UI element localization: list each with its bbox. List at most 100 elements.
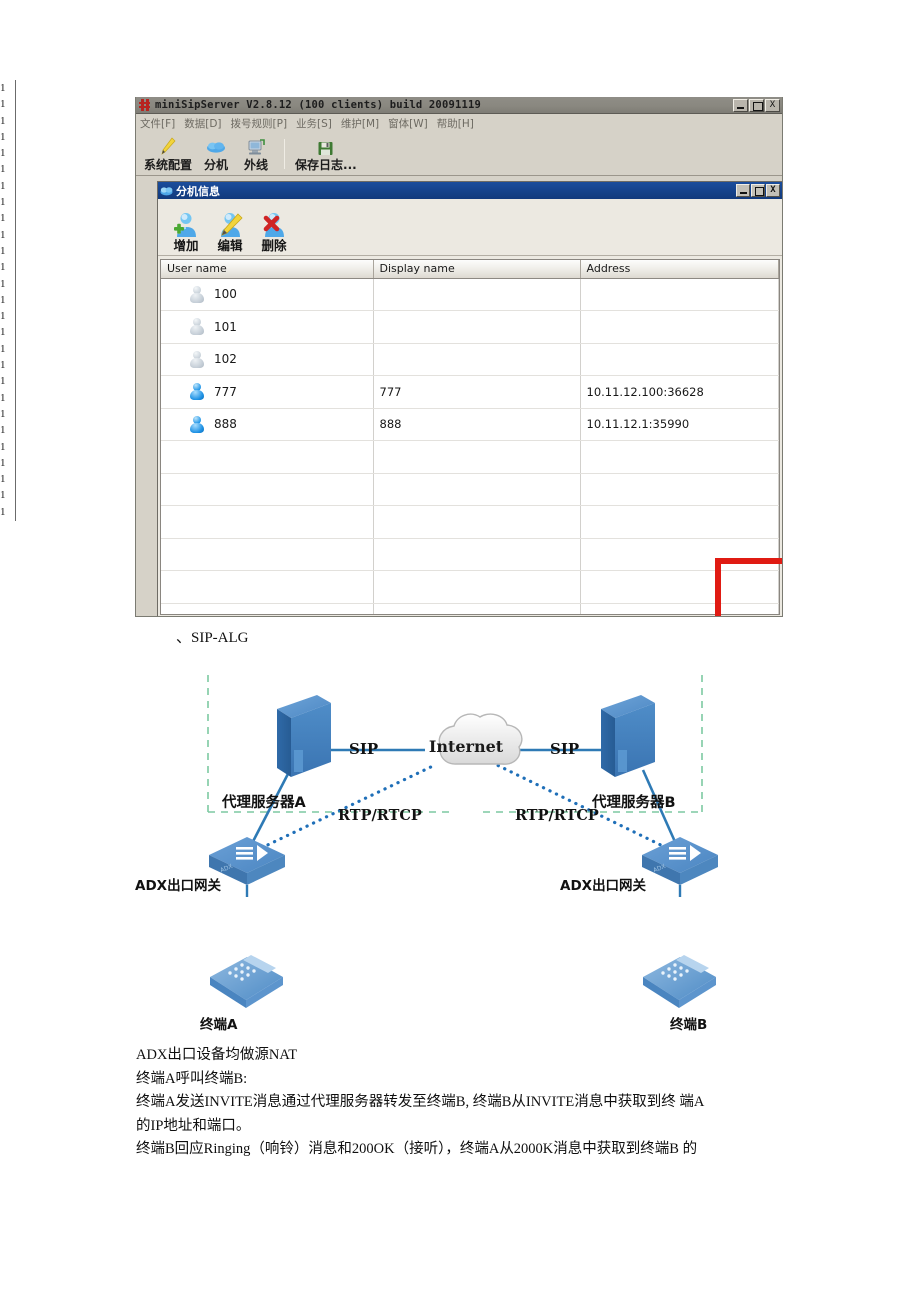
table-row[interactable]: 102 [161, 343, 779, 376]
menu-item-file[interactable]: 文件[F] [140, 116, 175, 131]
toolbar-button-save-log[interactable]: 保存日志... [291, 137, 361, 172]
minimize-button[interactable] [733, 98, 748, 112]
toolbar-button-trunk[interactable]: 外线 [236, 137, 276, 172]
label-proxy-server-a: 代理服务器A [221, 793, 306, 811]
user-name-text: 102 [214, 352, 237, 367]
table-row[interactable] [161, 570, 779, 604]
label-rtp-right: RTP/RTCP [515, 807, 599, 824]
edit-extension-button[interactable]: 编辑 [208, 212, 252, 253]
user-name-text: 101 [214, 319, 237, 334]
table-row[interactable] [161, 473, 779, 506]
menu-item-service[interactable]: 业务[S] [296, 116, 332, 131]
extension-info-icon [160, 185, 173, 197]
toolbar-label-extension: 分机 [204, 158, 229, 172]
line-number: 1 [0, 326, 6, 339]
table-row[interactable]: 777 777 10.11.12.100:36628 [161, 375, 779, 409]
cell-display-name: 777 [373, 375, 581, 409]
menu-item-help[interactable]: 帮助[H] [437, 116, 474, 131]
table-row[interactable]: 100 [161, 278, 779, 311]
cell-display-name [373, 570, 581, 604]
line-number: 1 [0, 391, 6, 404]
user-name-text: 777 [214, 384, 237, 399]
line-number: 1 [0, 342, 6, 355]
floppy-save-icon [317, 137, 334, 157]
menubar: 文件[F] 数据[D] 拨号规则[P] 业务[S] 维护[M] 窗体[W] 帮助… [136, 114, 782, 132]
table-row[interactable] [161, 440, 779, 474]
body-paragraph-1: ADX出口设备均做源NAT [136, 1047, 298, 1063]
label-sip-right: SIP [550, 740, 579, 758]
line-number: 1 [0, 98, 6, 111]
label-sip-left: SIP [349, 740, 378, 758]
label-gateway-b: ADX出口网关 [560, 877, 647, 894]
cell-user-name [161, 505, 374, 539]
cell-display-name [373, 278, 581, 311]
table-row[interactable] [161, 538, 779, 571]
line-number: 1 [0, 505, 6, 518]
user-name-text: 100 [214, 287, 237, 302]
adx-gateway-b-icon: ADX [642, 837, 718, 897]
table-row[interactable]: 101 [161, 310, 779, 344]
cell-address [580, 310, 779, 344]
terminal-a-phone-icon [210, 955, 283, 1008]
window-titlebar[interactable]: miniSipServer V2.8.12 (100 clients) buil… [136, 97, 782, 114]
section-caption: 、SIP-ALG [176, 630, 249, 646]
extension-table-container[interactable]: User name Display name Address 100 101 102… [160, 259, 780, 615]
inner-minimize-button[interactable] [736, 184, 750, 197]
cell-user-name [161, 440, 374, 474]
delete-user-icon [261, 212, 288, 238]
column-header-display-name[interactable]: Display name [373, 260, 581, 279]
extension-table-body: 100 101 102 777 777 10.11.12.100:36628 888 888 1… [161, 278, 779, 614]
line-number: 1 [0, 359, 6, 372]
minisipserver-logo-icon [138, 98, 152, 112]
line-number-gutter: 1 1 1 1 1 1 1 1 1 1 1 1 1 1 1 1 1 1 1 1 1 1 1 1 1 1 1 [0, 80, 14, 520]
line-number: 1 [0, 196, 6, 209]
edit-user-icon [217, 212, 244, 238]
menu-item-data[interactable]: 数据[D] [184, 116, 221, 131]
menu-item-window[interactable]: 窗体[W] [388, 116, 428, 131]
cell-user-name: 102 [161, 343, 374, 376]
table-header-row: User name Display name Address [161, 260, 779, 279]
cell-address [580, 603, 779, 614]
cell-user-name: 101 [161, 310, 374, 344]
sip-alg-topology-diagram: Internet ADX ADX SIP SIP RTP/RTCP RTP/RT… [135, 655, 795, 1045]
inner-close-button[interactable]: X [766, 184, 780, 197]
close-button[interactable]: X [765, 98, 780, 112]
toolbar-button-extension[interactable]: 分机 [196, 137, 236, 172]
cell-display-name [373, 538, 581, 571]
user-name-text: 888 [214, 417, 237, 432]
cell-display-name: 888 [373, 408, 581, 441]
line-number: 1 [0, 114, 6, 127]
toolbar-label-save-log: 保存日志... [295, 158, 357, 172]
cell-address [580, 570, 779, 604]
delete-extension-button[interactable]: 删除 [252, 212, 296, 253]
menu-item-dialplan[interactable]: 拨号规则[P] [231, 116, 288, 131]
cell-user-name: 888 [161, 408, 374, 441]
add-extension-button[interactable]: 增加 [164, 212, 208, 253]
cell-user-name [161, 603, 374, 614]
inner-window-titlebar[interactable]: 分机信息 X [158, 182, 782, 199]
label-terminal-b: 终端B [670, 1016, 707, 1033]
toolbar-label-trunk: 外线 [244, 158, 269, 172]
line-number: 1 [0, 456, 6, 469]
cell-user-name [161, 570, 374, 604]
inner-window-title: 分机信息 [176, 184, 220, 198]
column-header-address[interactable]: Address [580, 260, 779, 279]
table-row[interactable] [161, 505, 779, 539]
label-terminal-a: 终端A [200, 1016, 238, 1033]
menu-item-maintenance[interactable]: 维护[M] [341, 116, 379, 131]
window-title: miniSipServer V2.8.12 (100 clients) buil… [155, 99, 482, 111]
table-row[interactable] [161, 603, 779, 614]
extension-info-window: 分机信息 X 增加 编辑 删除 User name Display name A… [157, 181, 782, 616]
maximize-button[interactable] [749, 98, 764, 112]
table-row[interactable]: 888 888 10.11.12.1:35990 [161, 408, 779, 441]
body-paragraph-2: 终端A呼叫终端B: [136, 1070, 248, 1087]
cell-address [580, 440, 779, 474]
inner-maximize-button[interactable] [751, 184, 765, 197]
extension-table: User name Display name Address 100 101 102… [161, 260, 779, 614]
column-header-user-name[interactable]: User name [161, 260, 374, 279]
cell-address [580, 473, 779, 506]
line-number: 1 [0, 228, 6, 241]
line-number: 1 [0, 130, 6, 143]
internet-label: Internet [429, 737, 504, 756]
toolbar-button-system-config[interactable]: 系统配置 [140, 137, 196, 172]
